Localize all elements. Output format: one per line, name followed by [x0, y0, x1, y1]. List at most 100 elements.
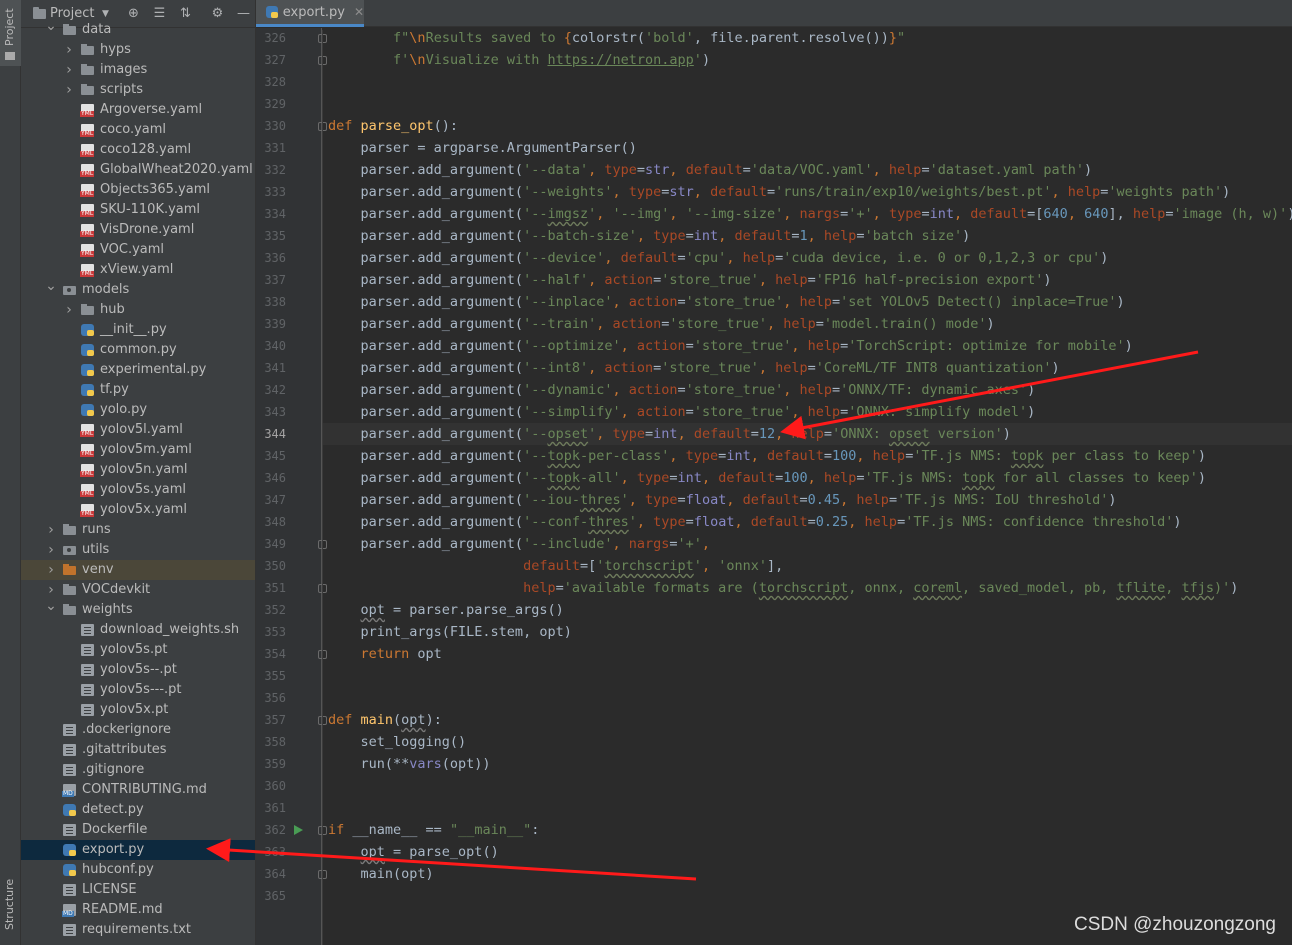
code-line[interactable]: parser.add_argument('--optimize', action… [322, 335, 1292, 357]
code-line[interactable]: default=['torchscript', 'onnx'], [322, 555, 1292, 577]
code-line[interactable]: f"\nResults saved to {colorstr('bold', f… [322, 28, 1292, 49]
code-line[interactable]: opt = parse_opt() [322, 841, 1292, 863]
tree-item[interactable]: ⌄ models [21, 279, 255, 300]
chevron-down-icon[interactable]: ▼ [98, 7, 112, 21]
tree-item[interactable]: detect.py [21, 800, 255, 820]
code-line[interactable]: parser.add_argument('--train', action = 's… [322, 313, 1292, 335]
chevron-right-icon[interactable]: › [63, 40, 75, 60]
tree-item[interactable]: › hyps [21, 40, 255, 60]
tree-item[interactable]: yolov5x.yaml [21, 500, 255, 520]
code-line[interactable]: if __name__ == "__main__": [322, 819, 1292, 841]
tree-item[interactable]: yolov5n.yaml [21, 460, 255, 480]
code-line[interactable]: return opt [322, 643, 1292, 665]
tree-item[interactable]: › utils [21, 540, 255, 560]
code-line[interactable]: parser.add_argument('--topk-per-class', … [322, 445, 1292, 467]
tree-item[interactable]: yolov5l.yaml [21, 420, 255, 440]
tree-item[interactable]: coco.yaml [21, 120, 255, 140]
code-line[interactable]: parser.add_argument('--simplify', action… [322, 401, 1292, 423]
tree-item[interactable]: coco128.yaml [21, 140, 255, 160]
chevron-right-icon[interactable]: › [63, 300, 75, 320]
tree-item[interactable]: › scripts [21, 80, 255, 100]
tree-item[interactable]: yolov5m.yaml [21, 440, 255, 460]
tree-item[interactable]: ⌄ data [21, 19, 255, 40]
tree-item[interactable]: hubconf.py [21, 860, 255, 880]
tree-item[interactable]: __init__.py [21, 320, 255, 340]
code-line[interactable] [322, 665, 1292, 687]
code-line[interactable]: parser.add_argument('--data', type=str, … [322, 159, 1292, 181]
tree-item[interactable]: CONTRIBUTING.md [21, 780, 255, 800]
code-line[interactable]: def main(opt): [322, 709, 1292, 731]
tree-item[interactable]: › venv [21, 560, 255, 580]
tree-item[interactable]: Objects365.yaml [21, 180, 255, 200]
code-line[interactable]: parser.add_argument('--int8', action = 'st… [322, 357, 1292, 379]
code-line[interactable]: parser.add_argument('--opset', type=int,… [322, 423, 1292, 445]
tree-item[interactable]: VOC.yaml [21, 240, 255, 260]
code-line[interactable]: parser.add_argument('--topk-all', type=i… [322, 467, 1292, 489]
code-line[interactable]: help='available formats are (torchscript… [322, 577, 1292, 599]
run-icon[interactable] [294, 825, 303, 835]
code-line[interactable]: parser = argparse.ArgumentParser() [322, 137, 1292, 159]
chevron-down-icon[interactable]: ⌄ [45, 599, 57, 613]
code-line[interactable]: parser.add_argument('--device', default=… [322, 247, 1292, 269]
code-line[interactable]: set_logging() [322, 731, 1292, 753]
tree-item[interactable]: requirements.txt [21, 920, 255, 940]
tree-item[interactable]: download_weights.sh [21, 620, 255, 640]
chevron-right-icon[interactable]: › [63, 60, 75, 80]
code-line[interactable]: parser.add_argument('--include', nargs='… [322, 533, 1292, 555]
code-area[interactable]: f"\nResults saved to {colorstr('bold', f… [322, 28, 1292, 945]
tree-item[interactable]: .gitignore [21, 760, 255, 780]
chevron-right-icon[interactable]: › [45, 540, 57, 560]
editor-tab-export-py[interactable]: export.py ✕ [256, 0, 364, 27]
code-line[interactable]: parser.add_argument('--conf-thres', type… [322, 511, 1292, 533]
collapse-all-icon[interactable]: ⇅ [178, 6, 192, 21]
code-line[interactable]: print_args(FILE.stem, opt) [322, 621, 1292, 643]
code-line[interactable] [322, 885, 1292, 907]
structure-tool-tab[interactable]: Structure [0, 870, 21, 945]
chevron-right-icon[interactable]: › [45, 560, 57, 580]
tree-item[interactable]: README.md [21, 900, 255, 920]
code-line[interactable] [322, 71, 1292, 93]
code-line[interactable]: parser.add_argument('--dynamic', action=… [322, 379, 1292, 401]
tree-item[interactable]: › VOCdevkit [21, 580, 255, 600]
code-line[interactable] [322, 797, 1292, 819]
code-line[interactable]: parser.add_argument('--weights', type = st… [322, 181, 1292, 203]
tree-item[interactable]: LICENSE [21, 880, 255, 900]
project-tool-tab[interactable]: Project [0, 0, 21, 66]
tree-item[interactable]: experimental.py [21, 360, 255, 380]
code-line[interactable]: def parse_opt(): [322, 115, 1292, 137]
tree-item[interactable]: Argoverse.yaml [21, 100, 255, 120]
chevron-right-icon[interactable]: › [45, 520, 57, 540]
code-line[interactable]: parser.add_argument('--iou-thres', type=… [322, 489, 1292, 511]
tree-item[interactable]: export.py [21, 840, 255, 860]
code-line[interactable] [322, 93, 1292, 115]
code-line[interactable] [322, 775, 1292, 797]
tree-item[interactable]: › runs [21, 520, 255, 540]
tree-item[interactable]: .gitattributes [21, 740, 255, 760]
chevron-down-icon[interactable]: ⌄ [45, 279, 57, 293]
tree-item[interactable]: ⌄ weights [21, 599, 255, 620]
code-line[interactable]: f'\nVisualize with https://netron.app') [322, 49, 1292, 71]
code-line[interactable]: opt = parser.parse_args() [322, 599, 1292, 621]
minimize-icon[interactable]: — [236, 6, 250, 21]
tree-item[interactable]: yolov5s.pt [21, 640, 255, 660]
gear-icon[interactable]: ⚙ [210, 6, 224, 21]
globe-icon[interactable]: ⊕ [126, 6, 140, 21]
chevron-down-icon[interactable]: ⌄ [45, 19, 57, 33]
tree-item[interactable]: VisDrone.yaml [21, 220, 255, 240]
code-line[interactable]: run(**vars(opt)) [322, 753, 1292, 775]
expand-all-icon[interactable]: ☰ [152, 6, 166, 21]
tree-item[interactable]: yolov5s--.pt [21, 660, 255, 680]
tree-item[interactable]: yolov5s.yaml [21, 480, 255, 500]
tree-item[interactable]: GlobalWheat2020.yaml [21, 160, 255, 180]
code-line[interactable]: parser.add_argument('--inplace', action=… [322, 291, 1292, 313]
tree-item[interactable]: yolov5s---.pt [21, 680, 255, 700]
tree-item[interactable]: common.py [21, 340, 255, 360]
code-line[interactable]: main(opt) [322, 863, 1292, 885]
tree-item[interactable]: tf.py [21, 380, 255, 400]
code-line[interactable]: parser.add_argument('--imgsz', '--img', … [322, 203, 1292, 225]
tree-item[interactable]: .dockerignore [21, 720, 255, 740]
code-line[interactable]: parser.add_argument('--batch-size', type… [322, 225, 1292, 247]
chevron-right-icon[interactable]: › [45, 580, 57, 600]
tree-item[interactable]: SKU-110K.yaml [21, 200, 255, 220]
tree-item[interactable]: › hub [21, 300, 255, 320]
